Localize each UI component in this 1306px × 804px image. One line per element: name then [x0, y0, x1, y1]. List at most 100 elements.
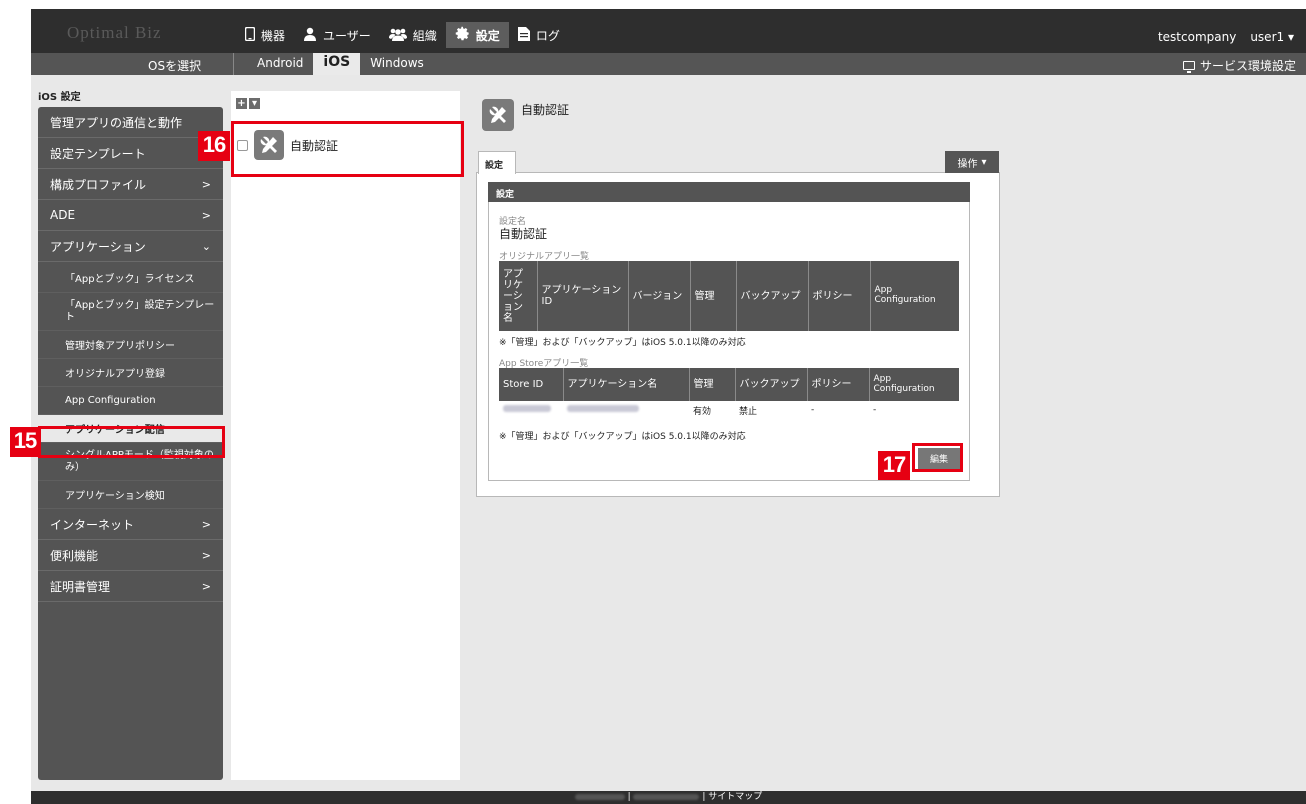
sidebar-item-app-configuration[interactable]: App Configuration [38, 387, 223, 415]
column-header: 管理 [689, 368, 736, 401]
top-nav-bar: Optimal Biz 機器 ユーザー 組織 設定 ログ testcompany… [31, 9, 1306, 53]
gear-icon [455, 26, 470, 44]
chevron-right-icon: > [201, 209, 211, 222]
nav-users[interactable]: ユーザー [294, 22, 380, 48]
column-header: バックアップ [736, 261, 809, 331]
sidebar-item-label: 証明書管理 [50, 579, 111, 594]
service-env-link[interactable]: サービス環境設定 [1182, 57, 1296, 74]
sidebar-item-managed-app-policy[interactable]: 管理対象アプリポリシー [38, 331, 223, 359]
chevron-right-icon: > [201, 518, 211, 531]
sidebar-item-label: 設定テンプレート [50, 146, 146, 161]
sidebar-item-internet[interactable]: インターネット > [38, 509, 223, 540]
nav-settings[interactable]: 設定 [445, 22, 509, 48]
table-cell: - [873, 405, 877, 415]
chevron-right-icon: > [201, 580, 211, 593]
profile-list-panel [231, 91, 460, 780]
service-env-label: サービス環境設定 [1199, 59, 1296, 73]
tab-android[interactable]: Android [247, 53, 313, 75]
os-bar: OSを選択 Android iOS Windows サービス環境設定 [31, 53, 1306, 75]
dropdown-button[interactable]: ▾ [249, 98, 260, 109]
group-icon [388, 27, 407, 44]
footer-link-blurred[interactable] [574, 793, 625, 800]
footer: | | サイトマップ [31, 791, 1306, 804]
sidebar-item-label: ADE [50, 208, 76, 222]
tab-strip [476, 151, 1000, 173]
sidebar-item-label: 「Appとブック」ライセンス [65, 273, 195, 285]
tab-windows[interactable]: Windows [360, 53, 434, 75]
nav-devices-label: 機器 [261, 28, 286, 43]
column-header: バックアップ [735, 368, 808, 401]
list-toolbar: + ▾ [236, 98, 260, 109]
table-cell [563, 401, 689, 419]
section-label: iOS 設定 [38, 92, 81, 103]
sidebar-item-label: 管理アプリの通信と動作 [50, 115, 183, 130]
logo: Optimal Biz [67, 23, 162, 42]
sidebar-item-ade[interactable]: ADE > [38, 200, 223, 231]
tab-ios[interactable]: iOS [313, 53, 361, 75]
operations-button[interactable]: 操作 ▾ [945, 151, 999, 173]
nav-logs[interactable]: ログ [509, 22, 569, 48]
sidebar-item-label: アプリケーション検知 [65, 491, 165, 502]
table-cell: - [811, 405, 815, 415]
sidebar-item-config-profile[interactable]: 構成プロファイル > [38, 169, 223, 200]
table-cell: 禁止 [739, 406, 758, 417]
column-header: ポリシー [807, 368, 870, 401]
nav-organizations[interactable]: 組織 [380, 22, 446, 48]
chevron-right-icon: > [201, 178, 211, 191]
caret-down-icon: ▾ [1287, 30, 1294, 44]
account-menu[interactable]: testcompany user1 ▾ [1158, 30, 1294, 44]
os-tabs: Android iOS Windows [247, 53, 434, 75]
document-icon [517, 26, 530, 44]
monitor-icon [1182, 61, 1195, 73]
sidebar-item-utilities[interactable]: 便利機能 > [38, 540, 223, 571]
column-header: アプリケーション名 [563, 368, 690, 401]
sidebar-item-original-app[interactable]: オリジナルアプリ登録 [38, 359, 223, 387]
column-header: App Configuration [870, 261, 959, 331]
add-button[interactable]: + [236, 98, 247, 109]
sidebar-item-app-comm[interactable]: 管理アプリの通信と動作 [38, 107, 223, 138]
nav-devices[interactable]: 機器 [236, 22, 294, 48]
column-header: Store ID [499, 368, 564, 401]
company-name: testcompany [1157, 30, 1237, 44]
note-text: ※「管理」および「バックアップ」はiOS 5.0.1以降のみ対応 [499, 338, 746, 348]
sidebar-item-label: インターネット [50, 517, 135, 532]
sidebar-item-certificates[interactable]: 証明書管理 > [38, 571, 223, 602]
setting-name-value: 自動認証 [499, 227, 548, 241]
column-header: バージョン [628, 261, 691, 331]
user-icon [303, 27, 317, 44]
chevron-down-icon: ⌄ [201, 240, 211, 253]
sidebar-item-label: App Configuration [65, 395, 156, 406]
footer-link-blurred[interactable] [633, 793, 700, 800]
column-header: アプリケーション名 [499, 261, 538, 331]
sidebar-item-label: 管理対象アプリポリシー [65, 341, 175, 352]
sidebar-item-templates[interactable]: 設定テンプレート [38, 138, 223, 169]
tools-icon [482, 99, 514, 131]
tab-settings[interactable]: 設定 [478, 151, 516, 174]
appstore-app-table: Store ID アプリケーション名 管理 バックアップ ポリシー App Co… [499, 368, 959, 419]
column-header: App Configuration [869, 368, 959, 401]
sidebar-item-app-detection[interactable]: アプリケーション検知 [38, 481, 223, 509]
callout-frame [231, 121, 464, 177]
device-icon [244, 26, 256, 44]
settings-header: 設定 [488, 182, 970, 202]
os-select-label: OSを選択 [148, 59, 202, 73]
sidebar-item-label: 構成プロファイル [50, 177, 147, 192]
sitemap-link[interactable]: サイトマップ [708, 792, 762, 802]
divider [233, 53, 234, 75]
operations-label: 操作 [957, 158, 978, 170]
main-nav: 機器 ユーザー 組織 設定 ログ [236, 22, 569, 48]
original-app-table: アプリケーション名 アプリケーションID バージョン 管理 バックアップ ポリシ… [499, 261, 959, 331]
sidebar-item-app-book-license[interactable]: 「Appとブック」ライセンス [38, 262, 223, 293]
callout-number: 15 [10, 427, 40, 457]
chevron-right-icon: > [201, 549, 211, 562]
nav-organizations-label: 組織 [412, 28, 437, 43]
sidebar-item-label: オリジナルアプリ登録 [65, 369, 165, 380]
nav-settings-label: 設定 [475, 28, 500, 43]
column-header: アプリケーションID [537, 261, 629, 331]
sidebar-item-app-book-template[interactable]: 「Appとブック」設定テンプレート [38, 293, 223, 331]
sidebar-item-applications[interactable]: アプリケーション ⌄ [38, 231, 223, 262]
caret-down-icon: ▾ [981, 156, 987, 168]
user-name: user1 ▾ [1250, 30, 1294, 44]
callout-frame [912, 443, 963, 472]
callout-number: 16 [198, 131, 230, 161]
